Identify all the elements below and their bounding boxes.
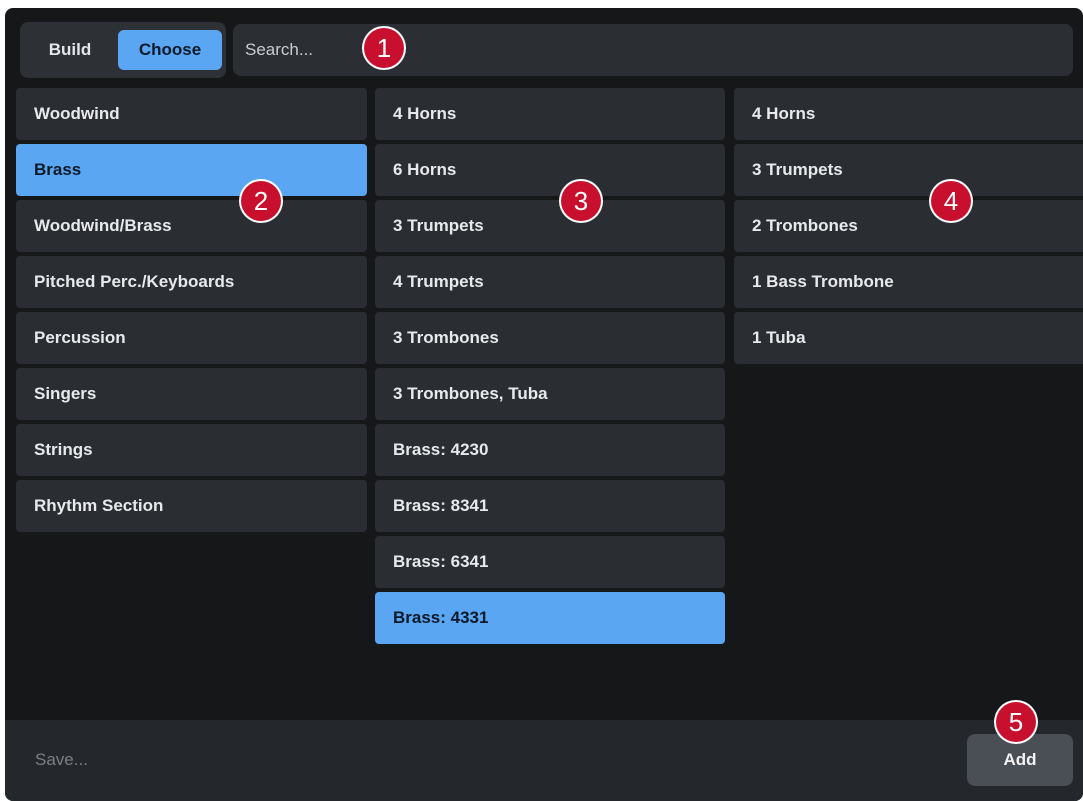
top-bar: Build Choose: [15, 18, 1083, 80]
ensemble-item[interactable]: 6 Horns: [375, 144, 725, 196]
callout-4: 4: [931, 181, 971, 221]
ensemble-item[interactable]: 4 Horns: [375, 88, 725, 140]
callout-2: 2: [241, 181, 281, 221]
build-mode-button[interactable]: Build: [26, 30, 114, 70]
ensemble-contents-list: 4 Horns 3 Trumpets 2 Trombones 1 Bass Tr…: [734, 88, 1083, 368]
category-item-pitched-perc-keyboards[interactable]: Pitched Perc./Keyboards: [16, 256, 367, 308]
ensemble-item[interactable]: 4 Trumpets: [375, 256, 725, 308]
category-item-singers[interactable]: Singers: [16, 368, 367, 420]
category-list: Woodwind Brass Woodwind/Brass Pitched Pe…: [16, 88, 367, 536]
callout-5: 5: [996, 702, 1036, 742]
category-item-brass[interactable]: Brass: [16, 144, 367, 196]
contents-item: 1 Tuba: [734, 312, 1083, 364]
ensemble-item[interactable]: 3 Trombones, Tuba: [375, 368, 725, 420]
ensemble-item-selected[interactable]: Brass: 4331: [375, 592, 725, 644]
contents-item: 3 Trumpets: [734, 144, 1083, 196]
mode-toggle: Build Choose: [20, 22, 226, 78]
callout-1: 1: [364, 28, 404, 68]
ensemble-item[interactable]: 3 Trombones: [375, 312, 725, 364]
ensemble-item[interactable]: Brass: 4230: [375, 424, 725, 476]
category-item-rhythm-section[interactable]: Rhythm Section: [16, 480, 367, 532]
category-item-woodwind[interactable]: Woodwind: [16, 88, 367, 140]
contents-item: 2 Trombones: [734, 200, 1083, 252]
search-field[interactable]: [233, 24, 1073, 76]
add-button[interactable]: Add: [967, 734, 1073, 786]
ensemble-item[interactable]: 3 Trumpets: [375, 200, 725, 252]
category-item-woodwind-brass[interactable]: Woodwind/Brass: [16, 200, 367, 252]
ensemble-item[interactable]: Brass: 8341: [375, 480, 725, 532]
ensemble-picker-window: Build Choose Woodwind Brass Woodwind/Bra…: [5, 8, 1083, 801]
contents-item: 1 Bass Trombone: [734, 256, 1083, 308]
callout-3: 3: [561, 181, 601, 221]
category-item-percussion[interactable]: Percussion: [16, 312, 367, 364]
contents-item: 4 Horns: [734, 88, 1083, 140]
choose-mode-button[interactable]: Choose: [118, 30, 222, 70]
ensemble-item[interactable]: Brass: 6341: [375, 536, 725, 588]
search-input[interactable]: [233, 39, 1073, 61]
footer-bar: Save... Add: [5, 720, 1083, 801]
ensemble-list: 4 Horns 6 Horns 3 Trumpets 4 Trumpets 3 …: [375, 88, 725, 648]
category-item-strings[interactable]: Strings: [16, 424, 367, 476]
save-button[interactable]: Save...: [35, 750, 88, 770]
